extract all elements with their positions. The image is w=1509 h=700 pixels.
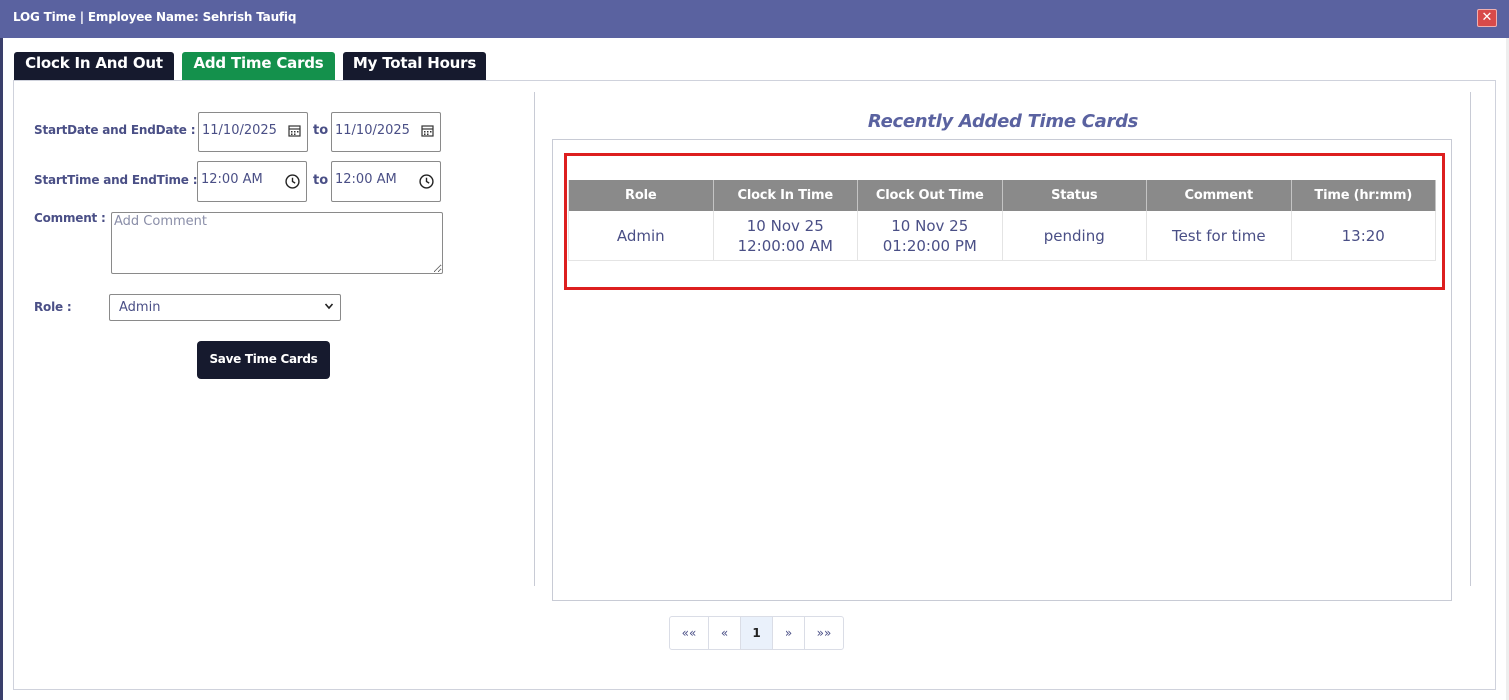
start-date-field[interactable]: 11/10/2025 [198,112,308,152]
calendar-icon[interactable] [288,124,301,137]
dialog-titlebar: LOG Time | Employee Name: Sehrish Taufiq… [0,0,1509,38]
chevron-down-icon [324,303,334,310]
date-to-label: to [313,123,329,138]
comment-label: Comment : [34,211,106,225]
previous-page-button[interactable]: « [709,617,741,649]
end-time-value: 12:00 AM [335,172,397,187]
first-page-button[interactable]: «« [670,617,709,649]
comment-input[interactable] [111,212,443,274]
pagination: «« « 1 » »» [669,616,844,650]
calendar-icon[interactable] [421,124,434,137]
end-time-field[interactable]: 12:00 AM [331,161,441,202]
dialog-left-edge [0,38,3,700]
start-time-field[interactable]: 12:00 AM [197,161,307,202]
clock-icon[interactable] [419,174,434,189]
time-range-label: StartTime and EndTime : [34,173,198,187]
role-select-value: Admin [119,300,161,315]
close-icon[interactable]: ✕ [1477,9,1497,27]
role-label: Role : [34,300,72,314]
tab-my-total-hours[interactable]: My Total Hours [343,52,486,81]
date-range-label: StartDate and EndDate : [34,123,196,137]
tab-add-time-cards[interactable]: Add Time Cards [182,52,335,81]
start-time-value: 12:00 AM [201,172,263,187]
dialog-title: LOG Time | Employee Name: Sehrish Taufiq [13,10,297,24]
last-page-button[interactable]: »» [805,617,843,649]
highlight-box [564,153,1445,290]
right-divider [1470,92,1471,586]
next-page-button[interactable]: » [773,617,805,649]
tab-clock-in-and-out[interactable]: Clock In And Out [14,52,174,81]
clock-icon[interactable] [285,174,300,189]
time-to-label: to [313,173,329,188]
recent-cards-title: Recently Added Time Cards [867,111,1139,132]
role-select[interactable]: Admin [109,294,341,321]
start-date-value: 11/10/2025 [202,123,277,138]
save-time-cards-button[interactable]: Save Time Cards [197,341,330,379]
column-divider [534,92,535,586]
log-time-dialog: LOG Time | Employee Name: Sehrish Taufiq… [0,0,1509,700]
end-date-value: 11/10/2025 [335,123,410,138]
end-date-field[interactable]: 11/10/2025 [331,112,441,152]
page-1-button[interactable]: 1 [741,617,773,649]
